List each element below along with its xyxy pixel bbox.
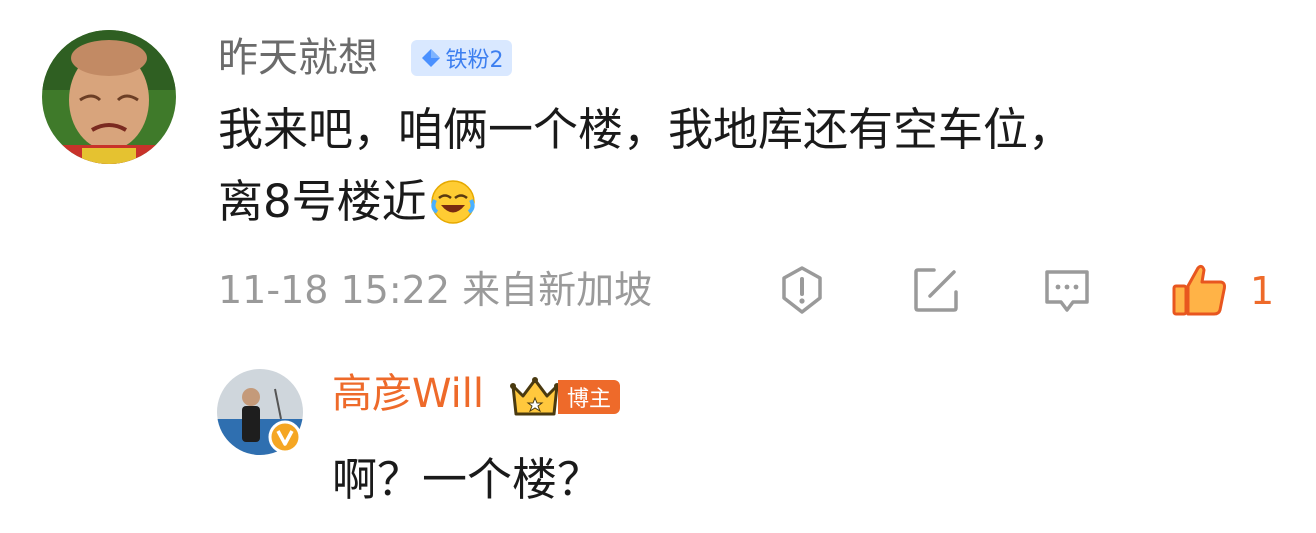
- verified-v-icon: [268, 420, 302, 454]
- comment-text-line1: 我来吧，咱俩一个楼，我地库还有空车位，: [218, 103, 1074, 156]
- crown-icon: [510, 377, 560, 416]
- blogger-role-badge: 博主: [558, 380, 620, 414]
- reply-text: 啊？一个楼？: [332, 453, 603, 506]
- commenter-username[interactable]: 昨天就想: [218, 32, 378, 84]
- like-count: 1: [1250, 269, 1275, 313]
- comment-text-line2: 离8号楼近: [218, 170, 477, 234]
- report-icon[interactable]: [776, 264, 828, 316]
- comment-text-line2-content: 离8号楼近: [218, 175, 427, 228]
- fan-level-badge[interactable]: 铁粉2: [411, 40, 512, 76]
- commenter-avatar[interactable]: [42, 30, 176, 164]
- blogger-username[interactable]: 高彦Will: [332, 368, 484, 420]
- diamond-icon: [421, 49, 440, 67]
- share-icon[interactable]: [910, 264, 962, 316]
- fan-badge-label: 铁粉2: [445, 48, 504, 73]
- laughing-crying-emoji-icon: [430, 180, 475, 224]
- reply-comment-icon[interactable]: [1041, 264, 1093, 316]
- like-thumbs-up-icon[interactable]: [1170, 260, 1230, 320]
- comment-timestamp-location: 11-18 15:22 来自新加坡: [218, 268, 653, 312]
